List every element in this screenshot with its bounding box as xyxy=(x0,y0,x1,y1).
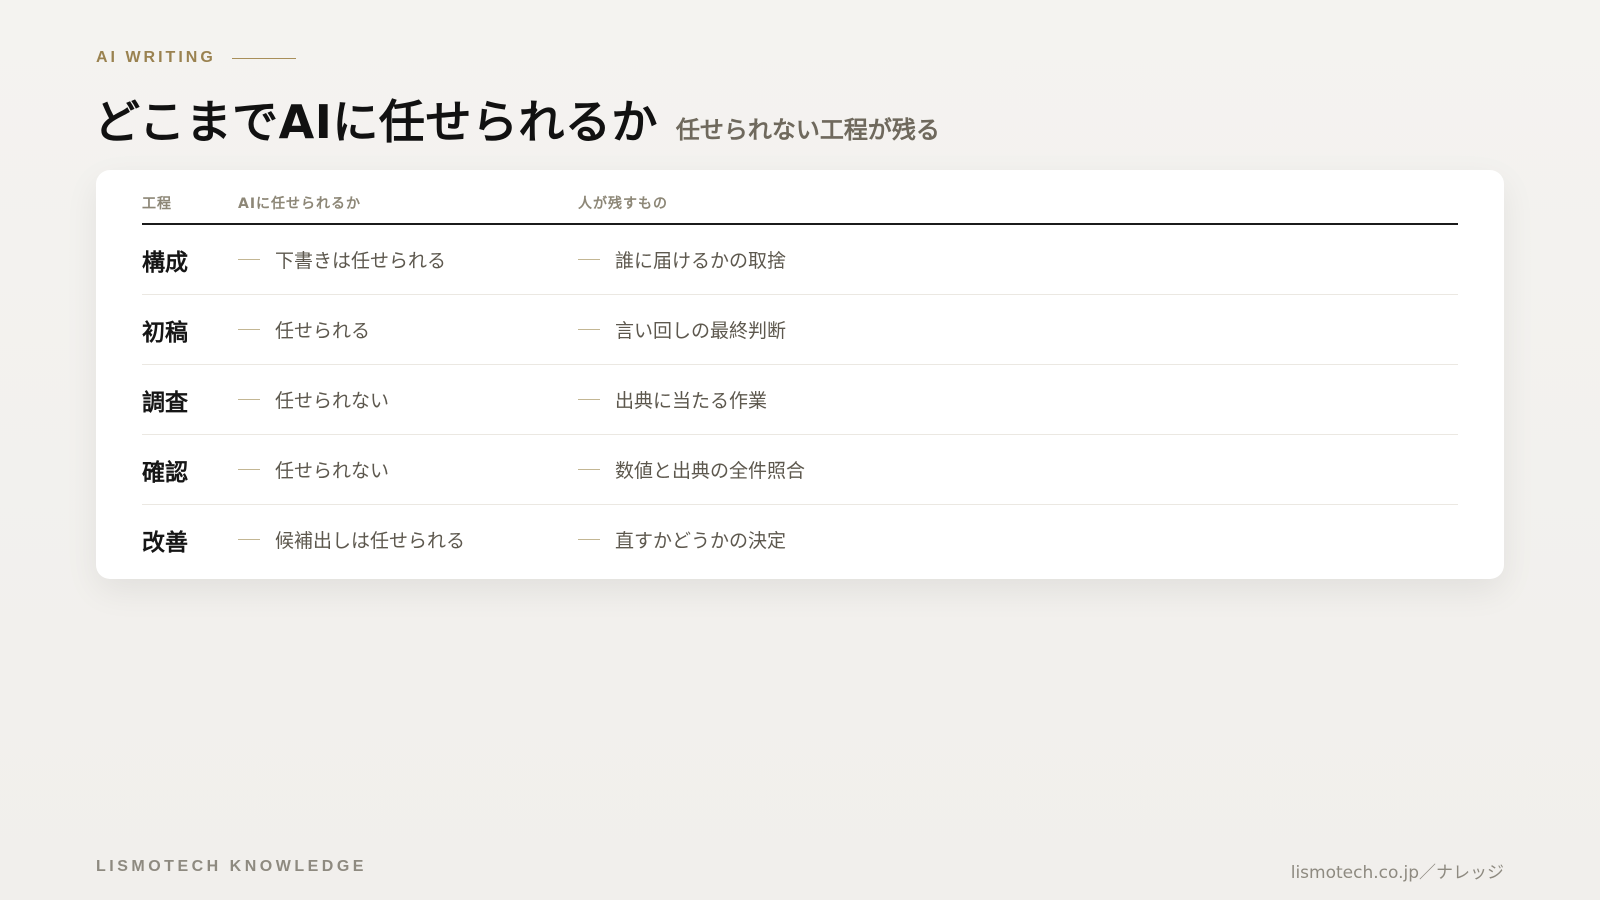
ai-cell: 候補出しは任せられる xyxy=(238,526,578,553)
dash-mark xyxy=(238,469,260,470)
human-cell: 数値と出典の全件照合 xyxy=(578,456,1458,483)
human-cell: 誰に届けるかの取捨 xyxy=(578,246,1458,273)
table-row: 改善 候補出しは任せられる 直すかどうかの決定 xyxy=(142,505,1458,574)
dash-mark xyxy=(238,259,260,260)
dash-mark xyxy=(238,329,260,330)
column-header-human: 人が残すもの xyxy=(578,196,668,212)
human-cell: 言い回しの最終判断 xyxy=(578,316,1458,343)
ai-cell: 下書きは任せられる xyxy=(238,246,578,273)
step-name: 調査 xyxy=(142,389,188,416)
dash-mark xyxy=(238,399,260,400)
eyebrow-label: AI WRITING xyxy=(96,49,216,66)
ai-text: 任せられない xyxy=(275,460,390,482)
human-text: 出典に当たる作業 xyxy=(615,390,768,412)
column-header-step: 工程 xyxy=(142,196,172,212)
ai-text: 候補出しは任せられる xyxy=(275,530,466,552)
ai-text: 任せられる xyxy=(275,320,371,342)
table-row: 初稿 任せられる 言い回しの最終判断 xyxy=(142,295,1458,365)
dash-mark xyxy=(578,399,600,400)
human-text: 数値と出典の全件照合 xyxy=(615,460,806,482)
eyebrow: AI WRITING xyxy=(96,49,296,67)
title-row: どこまでAIに任せられるか 任せられない工程が残る xyxy=(94,86,940,152)
ai-text: 任せられない xyxy=(275,390,390,412)
step-name: 確認 xyxy=(142,459,188,486)
column-header-ai: AIに任せられるか xyxy=(238,196,362,212)
step-name: 構成 xyxy=(142,249,188,276)
human-text: 直すかどうかの決定 xyxy=(615,530,787,552)
dash-mark xyxy=(578,259,600,260)
eyebrow-rule xyxy=(231,57,296,59)
step-name: 改善 xyxy=(142,529,188,556)
table-row: 調査 任せられない 出典に当たる作業 xyxy=(142,365,1458,435)
ai-cell: 任せられる xyxy=(238,316,578,343)
table-header: 工程 AIに任せられるか 人が残すもの xyxy=(142,170,1458,225)
page-title: どこまでAIに任せられるか xyxy=(94,95,658,149)
footer-brand: LISMOTECH KNOWLEDGE xyxy=(96,858,367,875)
dash-mark xyxy=(578,329,600,330)
page-subtitle: 任せられない工程が残る xyxy=(675,116,940,144)
comparison-card: 工程 AIに任せられるか 人が残すもの 構成 下書きは任せられる 誰に届けるかの… xyxy=(96,170,1504,579)
dash-mark xyxy=(238,539,260,540)
dash-mark xyxy=(578,539,600,540)
footer-url: lismotech.co.jp／ナレッジ xyxy=(1290,863,1504,883)
table-row: 確認 任せられない 数値と出典の全件照合 xyxy=(142,435,1458,505)
human-text: 誰に届けるかの取捨 xyxy=(615,250,787,272)
ai-cell: 任せられない xyxy=(238,386,578,413)
human-text: 言い回しの最終判断 xyxy=(615,320,787,342)
human-cell: 直すかどうかの決定 xyxy=(578,526,1458,553)
ai-text: 下書きは任せられる xyxy=(275,250,447,272)
table-row: 構成 下書きは任せられる 誰に届けるかの取捨 xyxy=(142,225,1458,295)
dash-mark xyxy=(578,469,600,470)
step-name: 初稿 xyxy=(142,319,188,346)
human-cell: 出典に当たる作業 xyxy=(578,386,1458,413)
ai-cell: 任せられない xyxy=(238,456,578,483)
